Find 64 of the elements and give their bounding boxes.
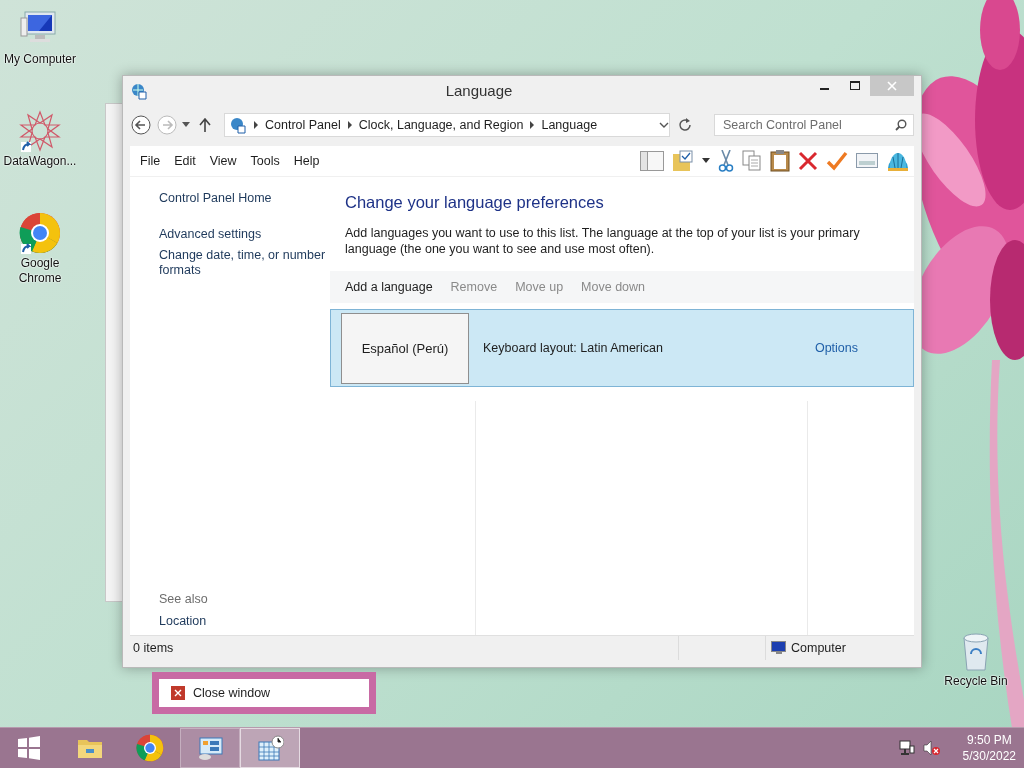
- jump-list-item[interactable]: Close window: [159, 679, 369, 707]
- description-text: Add languages you want to use to this list. The language at the top of your list is your primary language (the one you want to see and use most often).: [345, 226, 861, 257]
- caret-icon[interactable]: [182, 121, 190, 128]
- clipboard-icon[interactable]: [770, 150, 790, 172]
- language-row[interactable]: Español (Perú) Keyboard layout: Latin American Options: [330, 309, 914, 387]
- clock[interactable]: 9:50 PM 5/30/2022: [962, 732, 1016, 764]
- refresh-icon[interactable]: [678, 117, 692, 132]
- menu-item[interactable]: File: [133, 154, 168, 168]
- layout-icon[interactable]: [640, 151, 664, 171]
- menu-item[interactable]: Tools: [243, 154, 287, 168]
- copy-icon[interactable]: [742, 150, 762, 172]
- keyboard-layout-text: Keyboard layout: Latin American: [483, 341, 664, 355]
- toolbar-button[interactable]: Add a language: [336, 280, 442, 294]
- desktop-shortcut[interactable]: My Computer: [0, 8, 80, 67]
- section-heading: See also: [159, 592, 209, 606]
- breadcrumb-item[interactable]: Language: [541, 117, 598, 132]
- window-title: Language: [444, 82, 514, 99]
- computer-icon: [771, 641, 787, 655]
- shell-icon[interactable]: [886, 150, 910, 172]
- scissors-icon[interactable]: [718, 150, 734, 172]
- menu-item[interactable]: View: [202, 154, 244, 168]
- options-link[interactable]: Options: [814, 341, 858, 355]
- desktop-shortcut[interactable]: Google Chrome: [0, 212, 80, 286]
- menu-item[interactable]: Help: [286, 154, 327, 168]
- breadcrumb-item[interactable]: Control Panel: [265, 117, 341, 132]
- menu-item[interactable]: Edit: [167, 154, 203, 168]
- card-icon[interactable]: [856, 153, 878, 169]
- location-text: Computer: [791, 641, 846, 655]
- search-icon: [895, 118, 907, 131]
- desktop-shortcut[interactable]: DataWagon...: [0, 110, 80, 169]
- language-icon: [130, 81, 148, 100]
- maximize-icon[interactable]: [850, 81, 860, 91]
- folder-icon[interactable]: [672, 150, 694, 172]
- language-icon: [229, 115, 247, 134]
- breadcrumb-item[interactable]: Clock, Language, and Region: [358, 117, 524, 132]
- language-tile[interactable]: Español (Perú): [341, 312, 469, 384]
- item-count: 0 items: [133, 641, 174, 655]
- chevron-down-icon[interactable]: [659, 121, 669, 128]
- desktop-shortcut[interactable]: Recycle Bin: [936, 630, 1016, 689]
- sidebar-link[interactable]: Advanced settings: [159, 227, 330, 242]
- search-field[interactable]: Search Control Panel: [714, 113, 914, 136]
- network-icon[interactable]: [898, 740, 915, 756]
- sidebar-link[interactable]: Change date, time, or number formats: [159, 248, 330, 278]
- delete-icon[interactable]: [798, 151, 818, 171]
- control-panel-icon: [196, 734, 224, 762]
- chrome-icon: [136, 734, 164, 762]
- up-arrow-icon[interactable]: [199, 117, 211, 132]
- close-icon: [171, 686, 185, 700]
- back-button[interactable]: [131, 114, 151, 135]
- sidebar-link[interactable]: Location: [159, 614, 330, 629]
- calendar-icon: [256, 734, 284, 762]
- taskbar-button[interactable]: [180, 728, 240, 768]
- page-heading: Change your language preferences: [345, 193, 605, 212]
- star-icon: [19, 110, 61, 152]
- speaker-muted-icon[interactable]: [922, 740, 941, 756]
- checkmark-icon[interactable]: [826, 151, 848, 171]
- address-bar[interactable]: Control Panel Clock, Language, and Region Language: [224, 112, 670, 137]
- chrome-icon: [19, 212, 61, 254]
- caret-icon[interactable]: [702, 158, 710, 164]
- chevron-icon: [530, 120, 535, 129]
- taskbar-button[interactable]: [240, 728, 300, 768]
- chevron-icon: [254, 120, 258, 129]
- chevron-icon: [347, 120, 352, 129]
- sidebar-link[interactable]: Control Panel Home: [159, 191, 330, 206]
